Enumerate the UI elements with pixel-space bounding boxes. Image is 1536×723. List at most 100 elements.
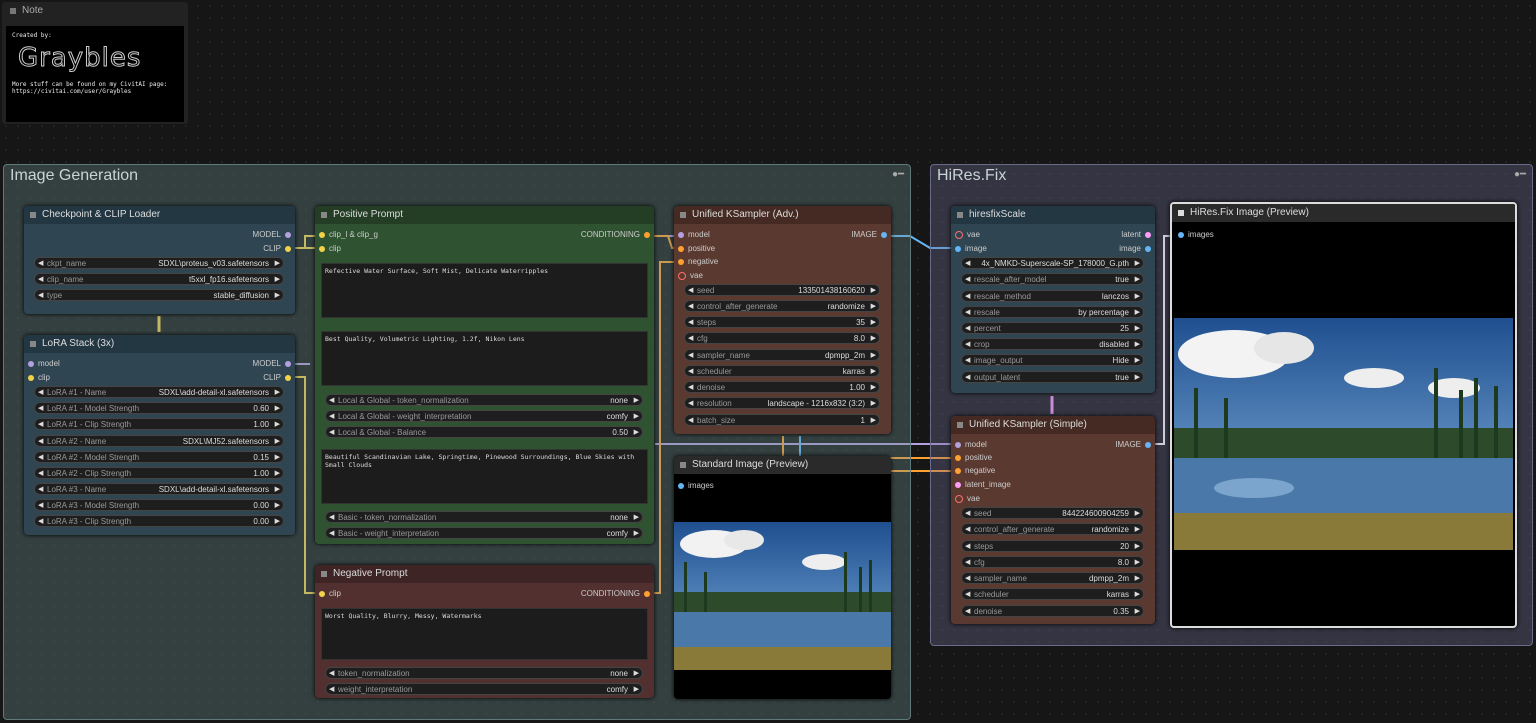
standard-preview-node[interactable]: Standard Image (Preview) images bbox=[674, 456, 891, 699]
negative-prompt-node[interactable]: Negative Prompt clip CONDITIONING Worst … bbox=[315, 565, 654, 698]
widget-sampler-name[interactable]: ◀ sampler_name dpmpp_2m ▶ bbox=[961, 572, 1144, 584]
widget-seed[interactable]: ◀ seed 133501438160620 ▶ bbox=[684, 284, 880, 296]
widget-denoise[interactable]: ◀ denoise 0.35 ▶ bbox=[961, 605, 1144, 617]
input-clip[interactable]: clip bbox=[319, 244, 341, 254]
widget-lora2-clip-strength[interactable]: ◀ LoRA #2 - Clip Strength 1.00 ▶ bbox=[34, 467, 284, 479]
widget-control-after-generate[interactable]: ◀ control_after_generate randomize ▶ bbox=[961, 523, 1144, 535]
ksampler-simple-node[interactable]: Unified KSampler (Simple) model positive… bbox=[951, 416, 1155, 624]
output-latent[interactable]: latent bbox=[1121, 230, 1151, 240]
widget-scheduler[interactable]: ◀ scheduler karras ▶ bbox=[961, 588, 1144, 600]
widget-lg-weight-interpretation[interactable]: ◀ Local & Global - weight_interpretation c… bbox=[325, 410, 643, 422]
widget-cfg[interactable]: ◀ cfg 8.0 ▶ bbox=[961, 556, 1144, 568]
widget-sampler-name[interactable]: ◀ sampler_name dpmpp_2m ▶ bbox=[684, 349, 880, 361]
input-clip[interactable]: clip bbox=[319, 589, 341, 599]
input-images[interactable]: images bbox=[678, 481, 714, 491]
input-positive[interactable]: positive bbox=[678, 244, 715, 254]
pin-icon[interactable]: ●━ bbox=[1514, 169, 1526, 180]
widget-basic-token-normalization[interactable]: ◀ Basic - token_normalization none ▶ bbox=[325, 511, 643, 523]
widget-rescale-method[interactable]: ◀ rescale_method lanczos ▶ bbox=[961, 290, 1144, 302]
widget-upscale-model[interactable]: ◀ 4x_NMKD-Superscale-SP_178000_G.pth ▶ bbox=[961, 257, 1144, 269]
widget-lora3-model-strength[interactable]: ◀ LoRA #3 - Model Strength 0.00 ▶ bbox=[34, 499, 284, 511]
widget-control-after-generate[interactable]: ◀ control_after_generate randomize ▶ bbox=[684, 300, 880, 312]
widget-weight-interpretation[interactable]: ◀ weight_interpretation comfy ▶ bbox=[325, 683, 643, 695]
input-clip[interactable]: clip bbox=[28, 373, 50, 383]
widget-image-output[interactable]: ◀ image_output Hide ▶ bbox=[961, 354, 1144, 366]
node-collapse-icon[interactable] bbox=[1178, 210, 1184, 216]
widget-lg-balance[interactable]: ◀ Local & Global - Balance 0.50 ▶ bbox=[325, 426, 643, 438]
output-conditioning[interactable]: CONDITIONING bbox=[581, 589, 650, 599]
pin-icon[interactable]: ●━ bbox=[892, 169, 904, 180]
widget-rescale[interactable]: ◀ rescale by percentage ▶ bbox=[961, 306, 1144, 318]
lora-stack-node[interactable]: LoRA Stack (3x) model clip MODEL CLIP ◀ L… bbox=[24, 335, 295, 535]
note-node[interactable]: Note Created by: Graybles More stuff can… bbox=[2, 2, 188, 124]
widget-denoise[interactable]: ◀ denoise 1.00 ▶ bbox=[684, 381, 880, 393]
note-title: Note bbox=[22, 5, 44, 16]
prompt-textarea-basic[interactable]: Beautiful Scandinavian Lake, Springtime,… bbox=[321, 449, 648, 504]
widget-token-normalization[interactable]: ◀ token_normalization none ▶ bbox=[325, 667, 643, 679]
widget-lora2-name[interactable]: ◀ LoRA #2 - Name SDXL\MJ52.safetensors ▶ bbox=[34, 435, 284, 447]
widget-lora1-clip-strength[interactable]: ◀ LoRA #1 - Clip Strength 1.00 ▶ bbox=[34, 418, 284, 430]
node-collapse-icon[interactable] bbox=[680, 212, 686, 218]
widget-clip-name[interactable]: ◀ clip_name t5xxl_fp16.safetensors ▶ bbox=[34, 273, 284, 285]
ksampler-adv-node[interactable]: Unified KSampler (Adv.) model positive n… bbox=[674, 206, 891, 434]
node-collapse-icon[interactable] bbox=[957, 422, 963, 428]
node-collapse-icon[interactable] bbox=[680, 462, 686, 468]
input-vae[interactable]: vae bbox=[678, 271, 703, 281]
output-model[interactable]: MODEL bbox=[253, 359, 291, 369]
widget-resolution[interactable]: ◀ resolution landscape - 1216x832 (3:2) ▶ bbox=[684, 397, 880, 409]
widget-crop[interactable]: ◀ crop disabled ▶ bbox=[961, 338, 1144, 350]
widget-type[interactable]: ◀ type stable_diffusion ▶ bbox=[34, 289, 284, 301]
widget-lora2-model-strength[interactable]: ◀ LoRA #2 - Model Strength 0.15 ▶ bbox=[34, 451, 284, 463]
hires-preview-node[interactable]: HiRes.Fix Image (Preview) images bbox=[1170, 202, 1517, 628]
widget-rescale-after-model[interactable]: ◀ rescale_after_model true ▶ bbox=[961, 273, 1144, 285]
note-line1: More stuff can be found on my CivitAI pa… bbox=[12, 81, 168, 88]
input-model[interactable]: model bbox=[955, 440, 987, 450]
widget-lora3-clip-strength[interactable]: ◀ LoRA #3 - Clip Strength 0.00 ▶ bbox=[34, 515, 284, 527]
prompt-textarea-local[interactable]: Refective Water Surface, Soft Mist, Deli… bbox=[321, 263, 648, 318]
input-negative[interactable]: negative bbox=[955, 466, 995, 476]
output-image[interactable]: IMAGE bbox=[1115, 440, 1151, 450]
hiresfix-scale-node[interactable]: hiresfixScale vae image latent image ◀ 4x… bbox=[951, 206, 1155, 393]
input-images[interactable]: images bbox=[1178, 230, 1214, 240]
node-collapse-icon[interactable] bbox=[321, 571, 327, 577]
input-image[interactable]: image bbox=[955, 244, 987, 254]
output-clip[interactable]: CLIP bbox=[263, 373, 291, 383]
input-latent-image[interactable]: latent_image bbox=[955, 480, 1011, 490]
widget-cfg[interactable]: ◀ cfg 8.0 ▶ bbox=[684, 332, 880, 344]
input-model[interactable]: model bbox=[28, 359, 60, 369]
output-model[interactable]: MODEL bbox=[253, 230, 291, 240]
input-negative[interactable]: negative bbox=[678, 257, 718, 267]
input-clip-l-g[interactable]: clip_l & clip_g bbox=[319, 230, 378, 240]
node-collapse-icon[interactable] bbox=[957, 212, 963, 218]
preview-image bbox=[674, 522, 891, 670]
node-collapse-icon[interactable] bbox=[30, 341, 36, 347]
prompt-textarea[interactable]: Worst Quality, Blurry, Messy, Watermarks bbox=[321, 608, 648, 660]
input-model[interactable]: model bbox=[678, 230, 710, 240]
widget-lora3-name[interactable]: ◀ LoRA #3 - Name SDXL\add-detail-xl.safete… bbox=[34, 483, 284, 495]
node-collapse-icon[interactable] bbox=[30, 212, 36, 218]
widget-scheduler[interactable]: ◀ scheduler karras ▶ bbox=[684, 365, 880, 377]
widget-basic-weight-interpretation[interactable]: ◀ Basic - weight_interpretation comfy ▶ bbox=[325, 527, 643, 539]
widget-seed[interactable]: ◀ seed 844224600904259 ▶ bbox=[961, 507, 1144, 519]
output-conditioning[interactable]: CONDITIONING bbox=[581, 230, 650, 240]
widget-steps[interactable]: ◀ steps 35 ▶ bbox=[684, 316, 880, 328]
checkpoint-loader-node[interactable]: Checkpoint & CLIP Loader MODEL CLIP ◀ ckp… bbox=[24, 206, 295, 314]
widget-steps[interactable]: ◀ steps 20 ▶ bbox=[961, 540, 1144, 552]
widget-lg-token-normalization[interactable]: ◀ Local & Global - token_normalization non… bbox=[325, 394, 643, 406]
positive-prompt-node[interactable]: Positive Prompt clip_l & clip_g clip CON… bbox=[315, 206, 654, 544]
node-collapse-icon[interactable] bbox=[10, 8, 16, 14]
widget-ckpt-name[interactable]: ◀ ckpt_name SDXL\proteus_v03.safetensors ▶ bbox=[34, 257, 284, 269]
widget-lora1-name[interactable]: ◀ LoRA #1 - Name SDXL\add-detail-xl.safete… bbox=[34, 386, 284, 398]
input-positive[interactable]: positive bbox=[955, 453, 992, 463]
widget-output-latent[interactable]: ◀ output_latent true ▶ bbox=[961, 371, 1144, 383]
prompt-textarea-global[interactable]: Best Quality, Volumetric Lighting, 1.2f,… bbox=[321, 331, 648, 386]
input-vae[interactable]: vae bbox=[955, 230, 980, 240]
widget-batch-size[interactable]: ◀ batch_size 1 ▶ bbox=[684, 414, 880, 426]
output-image[interactable]: IMAGE bbox=[851, 230, 887, 240]
input-vae[interactable]: vae bbox=[955, 494, 980, 504]
output-clip[interactable]: CLIP bbox=[263, 244, 291, 254]
node-collapse-icon[interactable] bbox=[321, 212, 327, 218]
widget-lora1-model-strength[interactable]: ◀ LoRA #1 - Model Strength 0.60 ▶ bbox=[34, 402, 284, 414]
output-image[interactable]: image bbox=[1119, 244, 1151, 254]
widget-percent[interactable]: ◀ percent 25 ▶ bbox=[961, 322, 1144, 334]
